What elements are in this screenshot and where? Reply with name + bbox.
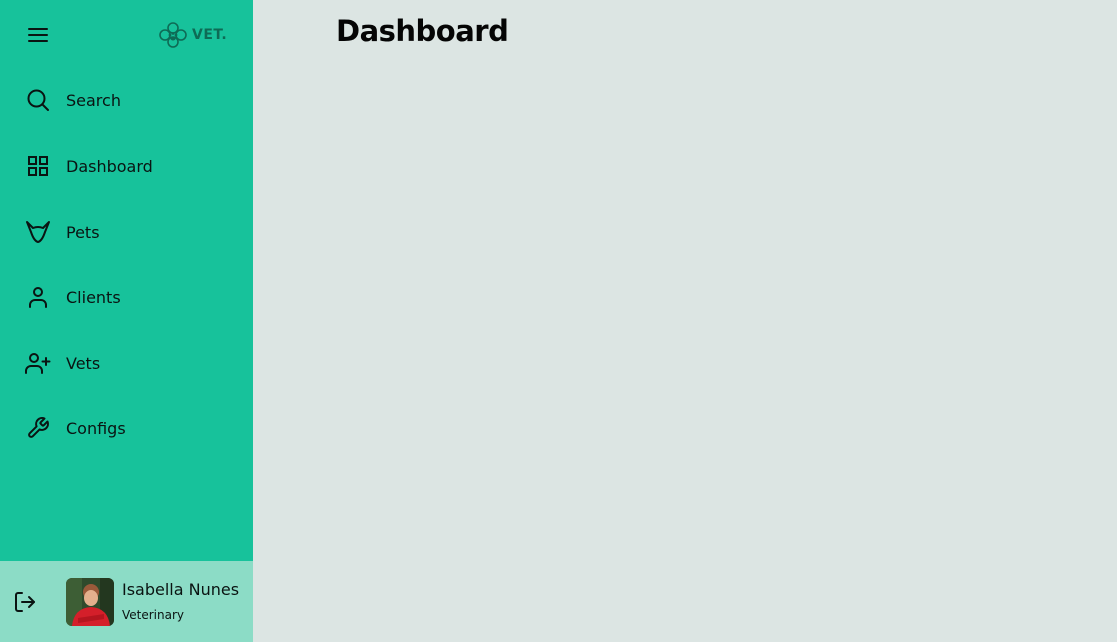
hamburger-icon: [28, 28, 48, 42]
logout-icon: [15, 592, 35, 612]
sidebar-item-dashboard[interactable]: Dashboard: [0, 146, 253, 186]
grid-icon: [25, 153, 51, 179]
brand-logo[interactable]: VET.: [158, 20, 227, 50]
menu-toggle-button[interactable]: [25, 24, 51, 46]
user-name: Isabella Nunes: [122, 580, 240, 599]
wrench-icon: [25, 415, 51, 441]
user-role: Veterinary: [122, 608, 185, 622]
user-profile-panel: Isabella Nunes Veterinary: [0, 561, 253, 642]
user-plus-icon: [25, 350, 51, 376]
logout-button[interactable]: [12, 589, 38, 615]
brand-logo-text: VET.: [192, 27, 228, 43]
paw-logo-icon: [159, 22, 187, 48]
sidebar-item-search[interactable]: Search: [0, 80, 253, 120]
sidebar-item-configs[interactable]: Configs: [0, 408, 253, 448]
sidebar-item-clients[interactable]: Clients: [0, 277, 253, 317]
sidebar-item-label: Pets: [66, 222, 100, 242]
avatar-photo: [66, 578, 114, 626]
cat-icon: [25, 219, 51, 245]
sidebar-item-vets[interactable]: Vets: [0, 343, 253, 383]
sidebar: VET. Search Dashboard Pets Clients Vets …: [0, 0, 253, 642]
user-icon: [25, 284, 51, 310]
sidebar-item-label: Configs: [66, 418, 126, 438]
avatar[interactable]: [66, 578, 114, 626]
page-title: Dashboard: [336, 14, 509, 48]
sidebar-item-pets[interactable]: Pets: [0, 212, 253, 252]
search-icon: [25, 87, 51, 113]
sidebar-item-label: Vets: [66, 353, 101, 373]
sidebar-item-label: Search: [66, 90, 121, 110]
sidebar-item-label: Dashboard: [66, 156, 153, 176]
sidebar-item-label: Clients: [66, 287, 121, 307]
